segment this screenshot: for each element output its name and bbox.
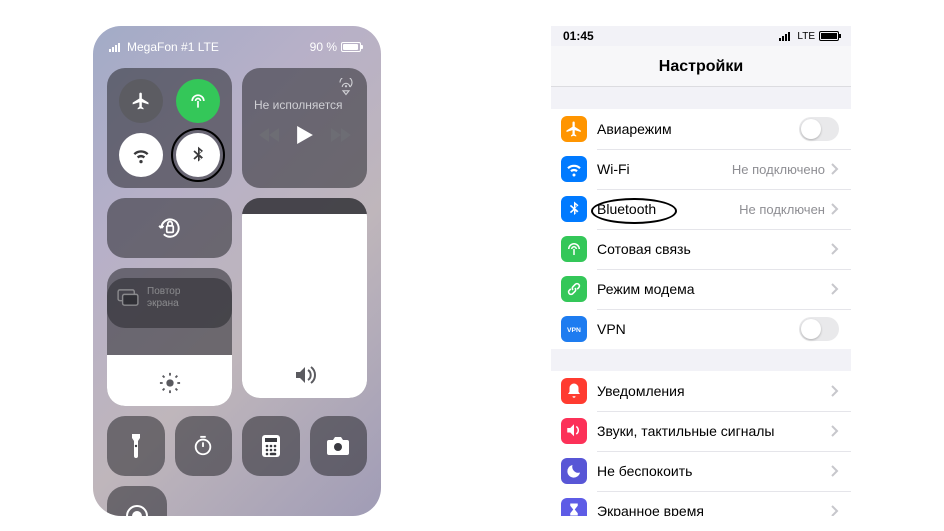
settings-row-antenna[interactable]: Сотовая связь [551, 229, 851, 269]
row-label: Авиарежим [597, 121, 799, 137]
row-value: Не подключен [739, 202, 825, 217]
calculator-button[interactable] [242, 416, 300, 476]
camera-icon [326, 437, 350, 455]
bell-icon [561, 378, 587, 404]
chevron-right-icon [831, 425, 839, 437]
airplane-icon [131, 91, 151, 111]
link-icon [561, 276, 587, 302]
airplane-icon [561, 116, 587, 142]
antenna-icon [561, 236, 587, 262]
speaker-icon [242, 364, 367, 386]
connectivity-tile[interactable] [107, 68, 232, 188]
wifi-toggle[interactable] [119, 133, 163, 177]
screen-record-button[interactable] [107, 486, 167, 516]
wifi-icon [561, 156, 587, 182]
bluetooth-icon [188, 145, 208, 165]
now-playing-label: Не исполняется [254, 98, 355, 112]
svg-text:VPN: VPN [567, 327, 581, 334]
row-label: Не беспокоить [597, 463, 831, 479]
time-label: 01:45 [563, 29, 594, 43]
chevron-right-icon [831, 163, 839, 175]
row-label: Звуки, тактильные сигналы [597, 423, 831, 439]
chevron-right-icon [831, 385, 839, 397]
row-label: Экранное время [597, 503, 831, 516]
settings-phone: 01:45 LTE Настройки АвиарежимWi-FiНе под… [551, 26, 851, 516]
battery-icon [341, 42, 361, 52]
chevron-right-icon [831, 505, 839, 516]
bluetooth-icon [561, 196, 587, 222]
vpn-icon: VPN [561, 316, 587, 342]
settings-row-link[interactable]: Режим модема [551, 269, 851, 309]
play-button[interactable] [297, 126, 313, 144]
camera-button[interactable] [310, 416, 368, 476]
wifi-icon [131, 145, 151, 165]
hourglass-icon [561, 498, 587, 516]
timer-icon [192, 435, 214, 457]
now-playing-tile[interactable]: Не исполняется [242, 68, 367, 188]
control-center-phone: MegaFon #1 LTE 90 % [93, 26, 381, 516]
cellular-data-toggle[interactable] [176, 79, 220, 123]
settings-row-vpn[interactable]: VPN VPN [551, 309, 851, 349]
settings-row-airplane[interactable]: Авиарежим [551, 109, 851, 149]
settings-row-moon[interactable]: Не беспокоить [551, 451, 851, 491]
speaker-icon [561, 418, 587, 444]
volume-slider[interactable] [242, 198, 367, 398]
toggle-switch[interactable] [799, 117, 839, 141]
settings-row-wifi[interactable]: Wi-FiНе подключено [551, 149, 851, 189]
timer-button[interactable] [175, 416, 233, 476]
chevron-right-icon [831, 465, 839, 477]
row-value: Не подключено [732, 162, 825, 177]
row-label: Wi-Fi [597, 161, 732, 177]
antenna-icon [188, 91, 208, 111]
brightness-slider[interactable] [107, 278, 232, 406]
flashlight-button[interactable] [107, 416, 165, 476]
orientation-lock-toggle[interactable] [107, 198, 232, 258]
flashlight-icon [129, 434, 143, 458]
battery-icon [819, 31, 839, 41]
settings-row-speaker[interactable]: Звуки, тактильные сигналы [551, 411, 851, 451]
row-label: Сотовая связь [597, 241, 831, 257]
status-bar: 01:45 LTE [551, 26, 851, 46]
settings-group-connectivity: АвиарежимWi-FiНе подключеноBluetoothНе п… [551, 109, 851, 349]
rotation-lock-icon [157, 215, 183, 241]
calculator-icon [262, 435, 280, 457]
toggle-switch[interactable] [799, 317, 839, 341]
moon-icon [561, 458, 587, 484]
airplay-icon[interactable] [337, 78, 355, 96]
page-title: Настройки [551, 46, 851, 87]
chevron-right-icon [831, 203, 839, 215]
carrier-label: MegaFon #1 LTE [127, 40, 219, 54]
signal-icon [109, 42, 123, 52]
battery-pct-label: 90 % [310, 40, 337, 54]
settings-group-notifications: Уведомления Звуки, тактильные сигналы Не б… [551, 371, 851, 516]
settings-row-bluetooth[interactable]: BluetoothНе подключен [551, 189, 851, 229]
sun-icon [107, 372, 232, 394]
row-label: VPN [597, 321, 799, 337]
record-icon [125, 504, 149, 516]
bluetooth-toggle[interactable] [176, 133, 220, 177]
airplane-mode-toggle[interactable] [119, 79, 163, 123]
next-track-button[interactable] [331, 128, 351, 142]
chevron-right-icon [831, 283, 839, 295]
row-label: Bluetooth [597, 201, 739, 217]
chevron-right-icon [831, 243, 839, 255]
settings-row-hourglass[interactable]: Экранное время [551, 491, 851, 516]
signal-icon [779, 31, 793, 41]
status-bar: MegaFon #1 LTE 90 % [107, 26, 367, 68]
settings-row-bell[interactable]: Уведомления [551, 371, 851, 411]
row-label: Режим модема [597, 281, 831, 297]
prev-track-button[interactable] [259, 128, 279, 142]
row-label: Уведомления [597, 383, 831, 399]
net-label: LTE [797, 31, 815, 42]
